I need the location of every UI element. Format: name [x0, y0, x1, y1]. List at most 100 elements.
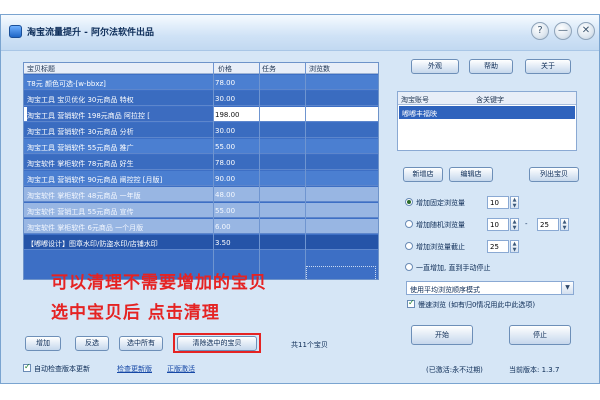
- table-row[interactable]: 淘宝工具 营销软件 55元商品 推广 55.00: [24, 139, 378, 154]
- column-keyword[interactable]: 含关键字: [476, 95, 504, 105]
- stop-after-label: 增加浏览量截止: [416, 243, 465, 251]
- register-link[interactable]: 正版激活: [167, 364, 195, 374]
- annotation-line-1: 可以清理不需要增加的宝贝: [51, 273, 267, 293]
- item-title: 淘宝软件 掌柜软件 78元商品 好生: [27, 160, 134, 168]
- item-count: 共11个宝贝: [291, 341, 328, 349]
- item-title: 淘宝工具 营销软件 90元商品 阐控控 [月版]: [27, 176, 163, 184]
- fixed-views-input[interactable]: 10: [487, 196, 509, 209]
- item-price: 55.00: [215, 143, 236, 151]
- auto-check-checkbox[interactable]: [23, 362, 31, 372]
- column-account[interactable]: 淘宝账号: [401, 95, 429, 105]
- random-views-label: 增加随机浏览量: [416, 221, 465, 229]
- item-price: 90.00: [215, 175, 236, 183]
- app-logo-icon: [9, 25, 22, 38]
- add-button[interactable]: 增加: [25, 336, 61, 351]
- item-title: 【嘟嘟设计】图章水印/防盗水印/店铺水印: [27, 240, 158, 248]
- account-row[interactable]: 嘟嘟丰福映: [399, 106, 575, 119]
- focused-cell: [306, 266, 376, 279]
- close-icon[interactable]: ✕: [577, 22, 595, 40]
- range-dash: -: [525, 220, 528, 228]
- start-button[interactable]: 开始: [411, 325, 473, 345]
- table-row[interactable]: 淘宝软件 掌柜软件 78元商品 好生 78.00: [24, 155, 378, 170]
- auto-check-label: 自动检查版本更新: [34, 365, 90, 373]
- new-shop-button[interactable]: 新增店: [403, 167, 443, 182]
- slow-browse-checkbox[interactable]: [407, 298, 415, 308]
- stop-after-radio[interactable]: [405, 242, 413, 250]
- item-price: 78.00: [215, 159, 236, 167]
- grid-divider: [259, 63, 260, 279]
- grid-divider: [305, 63, 306, 279]
- chevron-down-icon[interactable]: ▼: [561, 282, 573, 294]
- item-title: 淘宝工具 营销软件 30元商品 分析: [27, 128, 134, 136]
- table-row[interactable]: 淘宝工具 营销软件 90元商品 阐控控 [月版] 90.00: [24, 171, 378, 186]
- spin-arrows-icon[interactable]: ▲ ▼: [510, 240, 519, 253]
- table-row[interactable]: 【嘟嘟设计】图章水印/防盗水印/店铺水印 3.50: [24, 235, 378, 250]
- mode-select-value: 使用平均浏览顺序模式: [410, 286, 480, 294]
- item-price: 30.00: [215, 127, 236, 135]
- item-title: 淘宝工具 营销软件 55元商品 推广: [27, 144, 134, 152]
- grid-divider: [213, 63, 214, 279]
- item-price: 48.00: [215, 191, 236, 199]
- random-views-from-input[interactable]: 10: [487, 218, 509, 231]
- minimize-icon[interactable]: —: [554, 22, 572, 40]
- edit-shop-button[interactable]: 编辑店: [449, 167, 493, 182]
- column-price[interactable]: 价格: [218, 64, 232, 74]
- list-items-button[interactable]: 列出宝贝: [529, 167, 579, 182]
- window-title: 淘宝流量提升 - 阿尔法软件出品: [27, 28, 155, 38]
- spin-arrows-icon[interactable]: ▲ ▼: [510, 218, 519, 231]
- item-grid: 宝贝标题 价格 任务 浏览数 T8元 颜色可选-[w-bbxz] 78.00 淘宝工…: [23, 62, 379, 280]
- item-price: 3.50: [215, 239, 231, 247]
- table-row[interactable]: 淘宝工具 营销软件 198元商品 阿拉控 [198.00: [24, 107, 378, 122]
- highlight-box: [173, 333, 261, 353]
- spin-arrows-icon[interactable]: ▲ ▼: [510, 196, 519, 209]
- activation-status: (已激活:永不过期): [426, 366, 483, 374]
- item-price: 198.00: [215, 111, 240, 119]
- annotation-line-2: 选中宝贝后 点击清理: [51, 303, 220, 323]
- spin-arrows-icon[interactable]: ▲ ▼: [560, 218, 569, 231]
- random-views-to-input[interactable]: 25: [537, 218, 559, 231]
- grid-header: 宝贝标题 价格 任务 浏览数: [24, 63, 378, 74]
- help-icon[interactable]: ?: [531, 22, 549, 40]
- fixed-views-radio[interactable]: [405, 198, 413, 206]
- table-row[interactable]: 淘宝工具 营销软件 30元商品 分析 30.00: [24, 123, 378, 138]
- item-price: 78.00: [215, 79, 236, 87]
- account-list-header: 淘宝账号 含关键字: [398, 92, 576, 105]
- item-title: 淘宝软件 掌柜软件 48元商品 一年版: [27, 192, 141, 200]
- title-bar: 淘宝流量提升 - 阿尔法软件出品 ? — ✕: [1, 15, 599, 51]
- stop-button[interactable]: 停止: [509, 325, 571, 345]
- slow-browse-label: 慢速浏览 (如有归0情况用此中此选项): [418, 301, 536, 309]
- item-title: 淘宝软件 掌柜软件 6元商品 一个月版: [27, 224, 144, 232]
- about-button[interactable]: 关于: [525, 59, 571, 74]
- help-button[interactable]: 帮助: [469, 59, 513, 74]
- select-all-button[interactable]: 选中所有: [119, 336, 163, 351]
- item-title: 淘宝软件 营销工具 55元商品 宣传: [27, 208, 134, 216]
- stop-after-input[interactable]: 25: [487, 240, 509, 253]
- table-row[interactable]: 淘宝软件 掌柜软件 6元商品 一个月版 6.00: [24, 219, 378, 234]
- until-manual-label: 一直增加, 直到手动停止: [416, 264, 491, 272]
- table-row[interactable]: 淘宝工具 宝贝优化 30元商品 特权 30.00: [24, 91, 378, 106]
- table-row[interactable]: 淘宝软件 营销工具 55元商品 宣传 55.00: [24, 203, 378, 218]
- main-window: 淘宝流量提升 - 阿尔法软件出品 ? — ✕ 宝贝标题 价格 任务 浏览数 T8…: [0, 14, 600, 384]
- item-title: T8元 颜色可选-[w-bbxz]: [27, 80, 106, 88]
- invert-selection-button[interactable]: 反选: [75, 336, 109, 351]
- version-label: 当前版本: 1.3.7: [509, 366, 560, 374]
- table-row[interactable]: 淘宝软件 掌柜软件 48元商品 一年版 48.00: [24, 187, 378, 202]
- until-manual-radio[interactable]: [405, 263, 413, 271]
- item-price: 6.00: [215, 223, 231, 231]
- column-title[interactable]: 宝贝标题: [27, 64, 55, 74]
- fixed-views-label: 增加固定浏览量: [416, 199, 465, 207]
- account-name: 嘟嘟丰福映: [402, 110, 437, 118]
- item-title: 淘宝工具 宝贝优化 30元商品 特权: [27, 96, 134, 104]
- mode-select[interactable]: 使用平均浏览顺序模式 ▼: [406, 281, 574, 295]
- bottom-margin: [0, 384, 600, 400]
- item-price: 30.00: [215, 95, 236, 103]
- item-title: 淘宝工具 营销软件 198元商品 阿拉控 [: [27, 107, 213, 121]
- check-update-link[interactable]: 检查更新版: [117, 364, 152, 374]
- column-views[interactable]: 浏览数: [309, 64, 330, 74]
- column-task[interactable]: 任务: [262, 64, 276, 74]
- item-price: 55.00: [215, 207, 236, 215]
- table-row[interactable]: T8元 颜色可选-[w-bbxz] 78.00: [24, 75, 378, 90]
- random-views-radio[interactable]: [405, 220, 413, 228]
- appearance-button[interactable]: 外观: [411, 59, 459, 74]
- account-list: 淘宝账号 含关键字 嘟嘟丰福映: [397, 91, 577, 151]
